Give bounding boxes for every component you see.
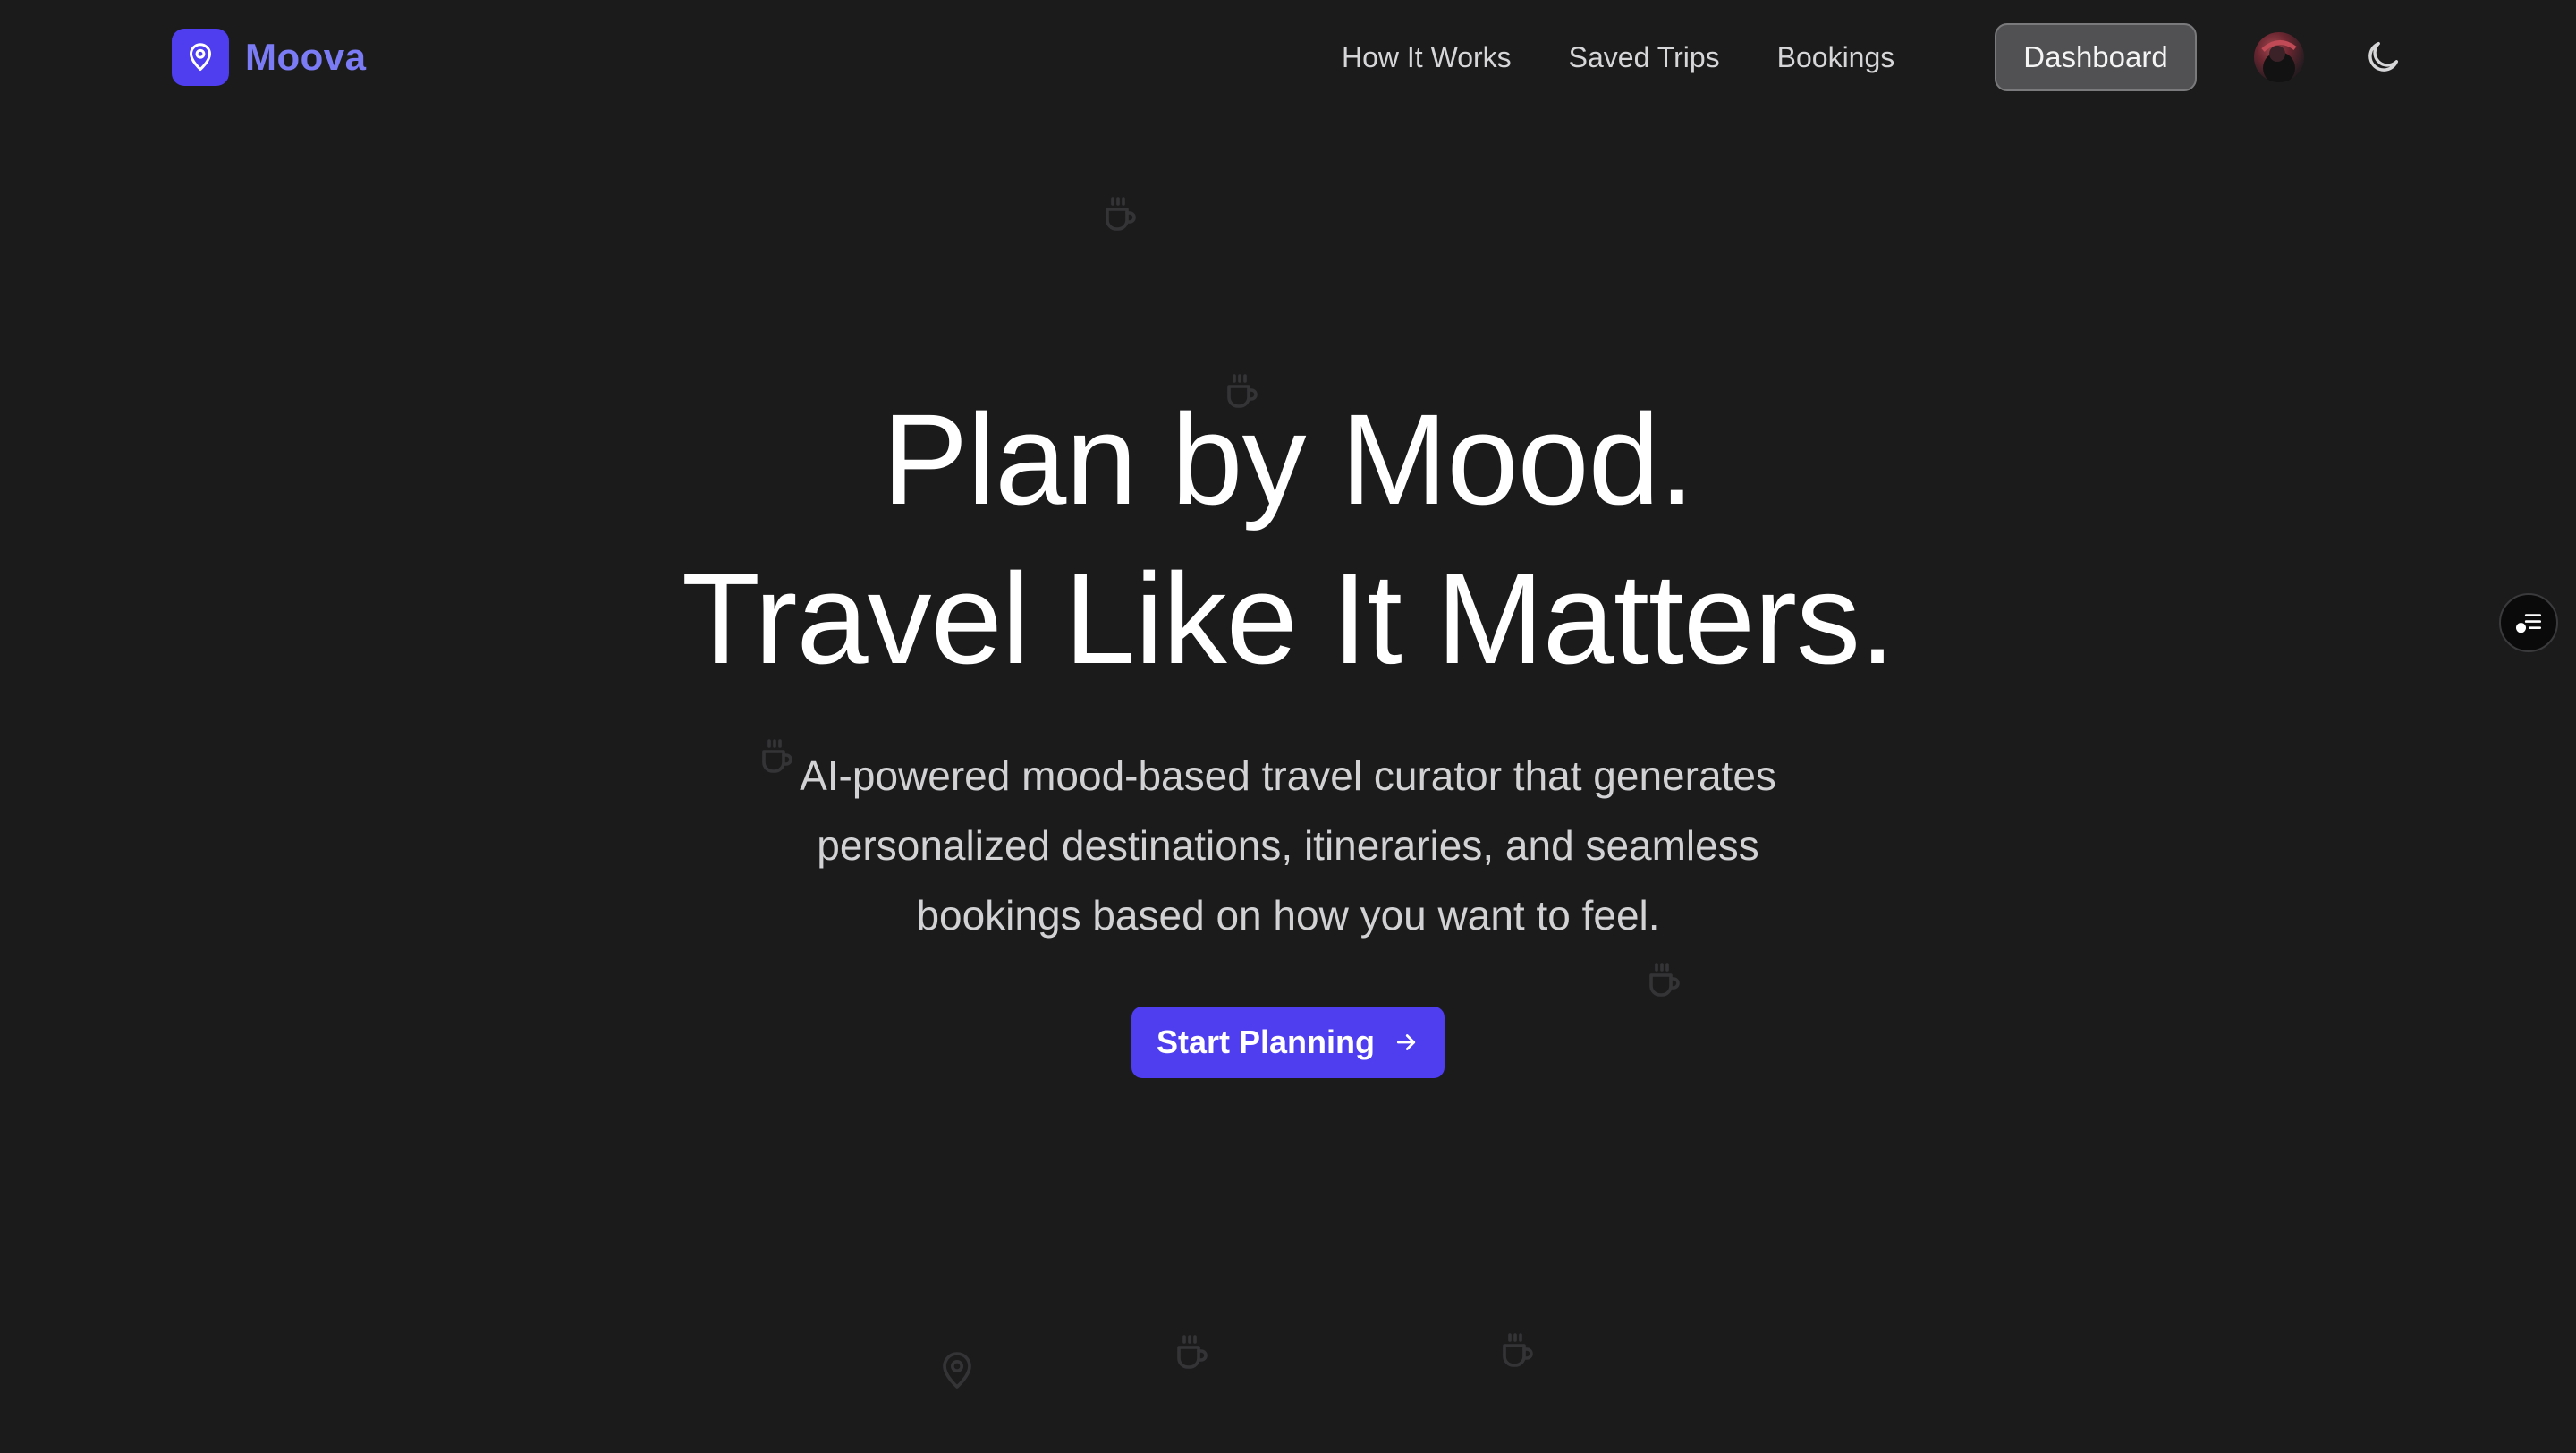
main-nav: How It Works Saved Trips Bookings xyxy=(1342,23,1894,91)
brand-logo[interactable]: Moova xyxy=(172,29,367,86)
dashboard-button[interactable]: Dashboard xyxy=(1995,23,2197,91)
arrow-right-icon xyxy=(1396,1034,1416,1050)
hero-subtitle: AI-powered mood-based travel curator tha… xyxy=(800,752,1776,939)
moon-icon xyxy=(2368,41,2399,72)
map-pin-icon xyxy=(943,1352,971,1389)
start-planning-label: Start Planning xyxy=(1156,1024,1376,1060)
coffee-icon xyxy=(1106,197,1136,231)
list-settings-icon xyxy=(2515,614,2542,633)
side-widget-button[interactable] xyxy=(2499,593,2558,652)
coffee-icon xyxy=(1649,963,1680,997)
hero-title-line-1: Plan by Mood. xyxy=(882,387,1695,531)
start-planning-button[interactable]: Start Planning xyxy=(1131,1007,1445,1078)
nav-link-bookings[interactable]: Bookings xyxy=(1777,41,1895,74)
nav-link-how-it-works[interactable]: How It Works xyxy=(1342,41,1512,74)
landing-page: Moova How It Works Saved Trips Bookings … xyxy=(0,0,2576,1453)
user-photo-icon xyxy=(2261,40,2297,82)
hero-title-line-2: Travel Like It Matters. xyxy=(681,547,1895,691)
brand-name: Moova xyxy=(245,36,367,78)
avatar[interactable] xyxy=(2254,32,2304,82)
logo-mark xyxy=(172,29,229,86)
coffee-icon xyxy=(1177,1335,1208,1369)
map-pin-icon xyxy=(190,43,211,71)
nav-link-saved-trips[interactable]: Saved Trips xyxy=(1569,41,1720,74)
theme-toggle-button[interactable] xyxy=(2360,34,2406,81)
coffee-icon xyxy=(1503,1333,1533,1367)
